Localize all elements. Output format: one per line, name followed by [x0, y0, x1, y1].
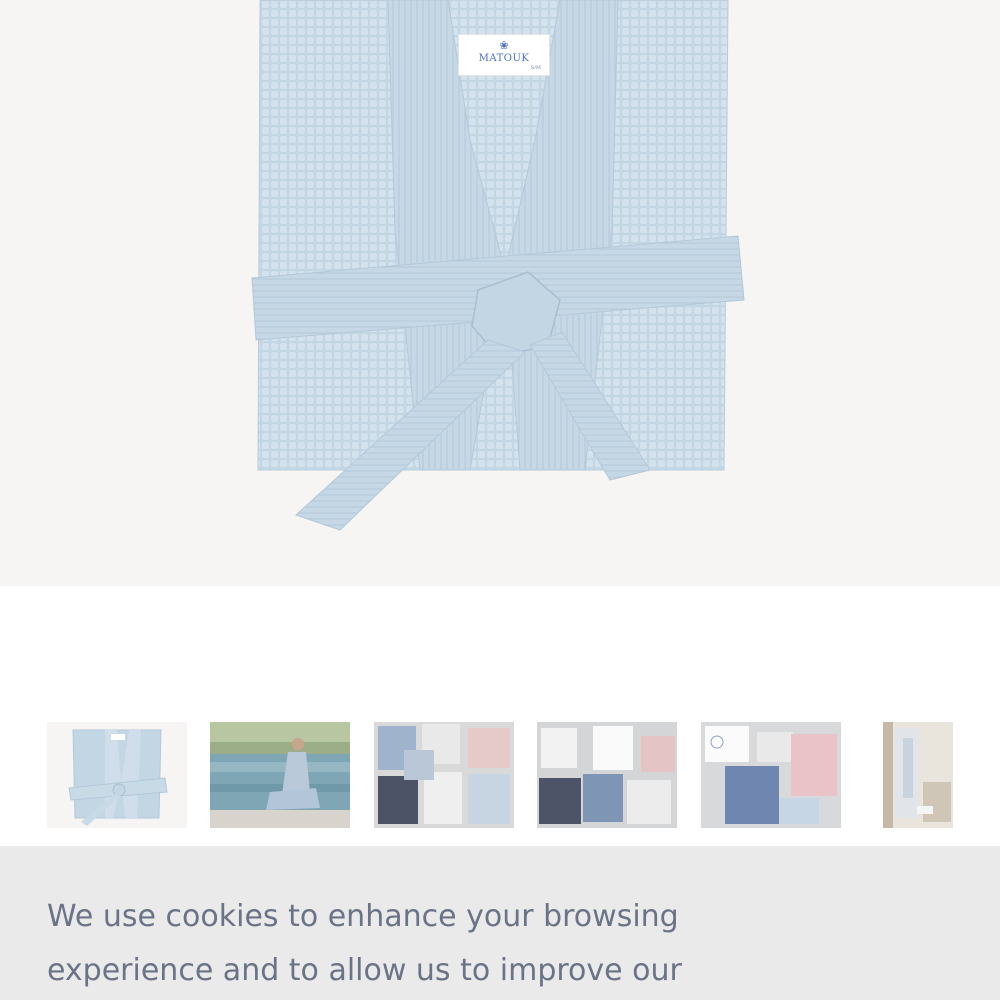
thumbnail-gallery [0, 722, 1000, 828]
lotus-icon: ❀ [499, 39, 509, 52]
thumbnail-robe-folded[interactable] [47, 722, 187, 828]
thumbnail-robe-hanging[interactable] [883, 722, 953, 828]
thumbnail-woman-pool[interactable] [210, 722, 350, 828]
robe-illustration [251, 0, 745, 531]
cookie-message: We use cookies to enhance your browsing … [47, 899, 682, 988]
brand-label-tag: ❀ MATOUK S/M [458, 34, 550, 76]
brand-label: MATOUK [478, 53, 530, 64]
thumbnail-robe-collection-3[interactable] [701, 722, 841, 828]
thumbnail-robe-collection-2[interactable] [537, 722, 677, 828]
thumbnail-robe-collection-1[interactable] [374, 722, 514, 828]
product-main-image[interactable]: ❀ MATOUK S/M [0, 0, 1000, 586]
size-label: S/M [530, 65, 541, 71]
